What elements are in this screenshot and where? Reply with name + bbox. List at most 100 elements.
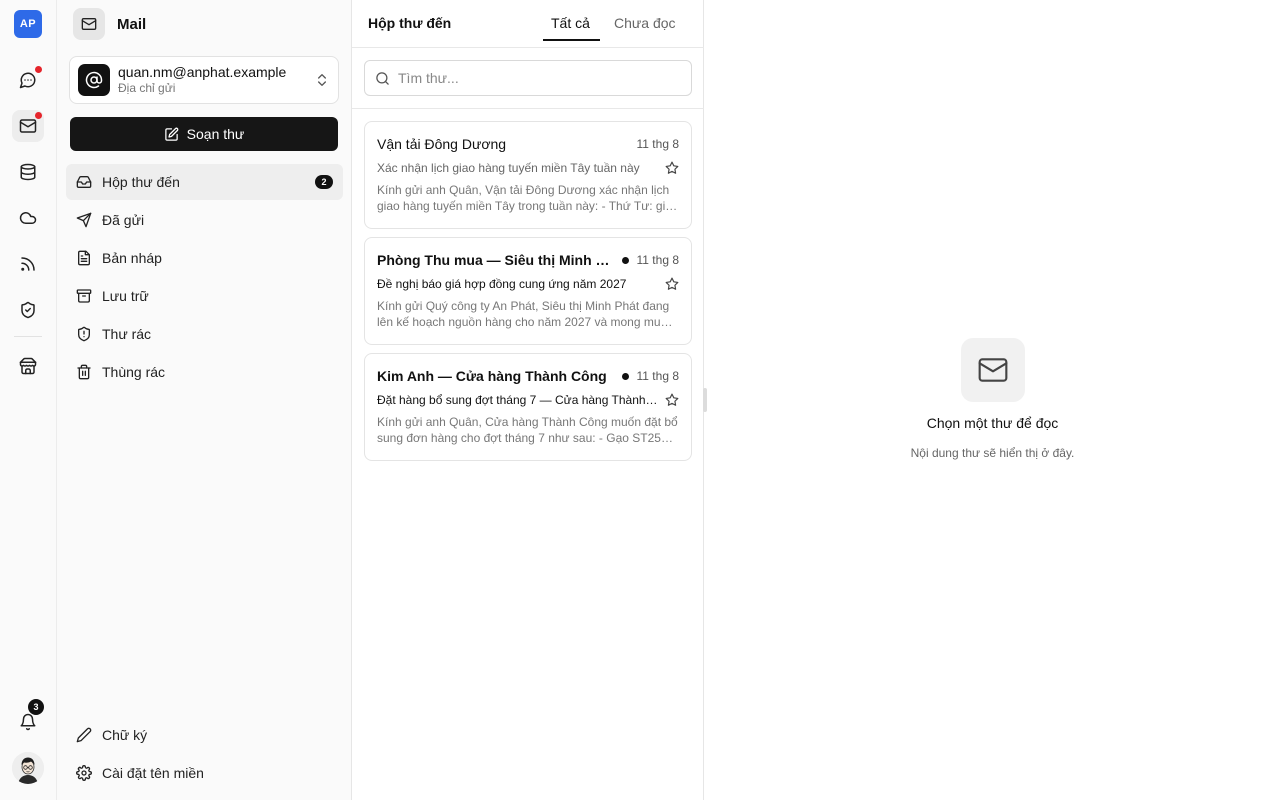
message-sender: Kim Anh — Cửa hàng Thành Công [377, 368, 607, 384]
database-icon [20, 163, 36, 181]
message-subject: Đặt hàng bổ sung đợt tháng 7 — Cửa hàng … [377, 393, 659, 407]
sidebar-header: Mail [73, 8, 146, 40]
compose-button[interactable]: Soạn thư [70, 117, 338, 151]
bell-icon [20, 713, 36, 731]
folder-trash[interactable]: Thùng rác [66, 354, 343, 390]
search-box[interactable] [364, 60, 692, 96]
message-sender: Phòng Thu mua — Siêu thị Minh Phát [377, 252, 614, 268]
rail-store-button[interactable] [12, 350, 44, 382]
folder-label: Lưu trữ [102, 288, 149, 304]
folder-drafts[interactable]: Bản nháp [66, 240, 343, 276]
folder-archive[interactable]: Lưu trữ [66, 278, 343, 314]
app-title: Mail [117, 15, 147, 33]
pen-icon [76, 727, 92, 743]
unread-indicator [621, 256, 629, 264]
message-sender: Vận tải Đông Dương [377, 136, 507, 152]
mail-icon [978, 358, 1008, 382]
message-subject: Đề nghị báo giá hợp đồng cung ứng năm 20… [377, 277, 627, 291]
mail-icon [81, 18, 97, 30]
rail-cloud-button[interactable] [12, 202, 44, 234]
folder-label: Đã gửi [102, 212, 145, 228]
message-preview: Kính gửi Quý công ty An Phát, Siêu thị M… [377, 299, 674, 329]
empty-state-subtitle: Nội dung thư sẽ hiển thị ở đây. [910, 446, 1075, 460]
archive-icon [76, 289, 92, 303]
sidebar-footer-nav: Chữ ký Cài đặt tên miền [66, 717, 343, 793]
rss-icon [21, 257, 35, 271]
notification-count-badge: 3 [28, 699, 44, 715]
domain-settings[interactable]: Cài đặt tên miền [66, 755, 343, 791]
reading-pane: Chọn một thư để đọc Nội dung thư sẽ hiển… [705, 0, 1280, 800]
mail-app-icon [73, 8, 105, 40]
rail-database-button[interactable] [12, 156, 44, 188]
send-icon [76, 212, 92, 228]
chevrons-up-down-icon [318, 74, 326, 86]
unread-dot [35, 112, 42, 119]
folder-spam[interactable]: Thư rác [66, 316, 343, 352]
store-icon [19, 357, 37, 375]
app-logo[interactable]: AP [14, 10, 42, 38]
tab-unread[interactable]: Chưa đọc [614, 15, 676, 31]
cloud-icon [19, 212, 37, 224]
list-title: Hộp thư đến [368, 15, 452, 31]
rail-notifications-button[interactable]: 3 [12, 699, 44, 738]
folder-label: Thùng rác [102, 364, 166, 380]
footer-label: Cài đặt tên miền [102, 765, 204, 781]
signature-settings[interactable]: Chữ ký [66, 717, 343, 753]
message-list-pane: Hộp thư đến Tất cả Chưa đọc Vận tải Đông… [352, 0, 704, 800]
message-preview: Kính gửi anh Quân, Cửa hàng Thành Công m… [377, 415, 678, 445]
message-card[interactable]: Vận tải Đông Dương 11 thg 8 Xác nhận lịc… [364, 121, 692, 229]
unread-dot [35, 66, 42, 73]
active-tab-indicator [543, 39, 600, 41]
message-card[interactable]: Phòng Thu mua — Siêu thị Minh Phát 11 th… [364, 237, 692, 345]
at-sign-icon [78, 64, 110, 96]
rail-security-button[interactable] [12, 294, 44, 326]
folder-label: Hộp thư đến [102, 174, 180, 190]
account-label: Địa chỉ gửi [118, 81, 176, 95]
folder-nav: Hộp thư đến 2 Đã gửi Bản nháp Lưu trữ Th… [66, 164, 343, 392]
inbox-unread-count: 2 [315, 175, 333, 189]
gear-icon [76, 765, 92, 781]
app-rail: AP 3 [0, 0, 57, 800]
avatar-portrait-icon [12, 752, 44, 784]
compose-icon [164, 127, 179, 141]
search-icon [376, 71, 389, 85]
star-icon[interactable] [665, 161, 679, 175]
user-avatar[interactable] [12, 752, 44, 784]
account-switcher[interactable]: quan.nm@anphat.example Địa chỉ gửi [69, 56, 339, 104]
star-icon[interactable] [665, 277, 679, 291]
account-email: quan.nm@anphat.example [118, 64, 287, 80]
list-header: Hộp thư đến Tất cả Chưa đọc [352, 0, 704, 48]
trash-icon [77, 364, 91, 380]
account-text: quan.nm@anphat.example Địa chỉ gửi [118, 64, 314, 96]
mail-icon [19, 119, 37, 133]
unread-indicator [621, 372, 629, 380]
shield-alert-icon [78, 326, 90, 342]
message-date: 11 thg 8 [636, 369, 679, 383]
chat-icon [19, 72, 36, 89]
message-date: 11 thg 8 [636, 253, 679, 267]
search-input[interactable] [398, 70, 678, 86]
message-preview: Kính gửi anh Quân, Vận tải Đông Dương xá… [377, 183, 679, 213]
message-card[interactable]: Kim Anh — Cửa hàng Thành Công 11 thg 8 Đ… [364, 353, 692, 461]
shield-check-icon [21, 301, 35, 319]
compose-label: Soạn thư [186, 126, 245, 142]
empty-state-mail-icon [961, 338, 1025, 402]
folder-inbox[interactable]: Hộp thư đến 2 [66, 164, 343, 200]
star-icon[interactable] [665, 393, 679, 407]
footer-label: Chữ ký [102, 727, 148, 743]
rail-divider [14, 336, 42, 337]
rail-mail-button[interactable] [12, 110, 44, 142]
folder-sent[interactable]: Đã gửi [66, 202, 343, 238]
message-subject: Xác nhận lịch giao hàng tuyến miền Tây t… [377, 161, 640, 175]
search-bar [352, 48, 704, 109]
folder-label: Thư rác [102, 326, 152, 342]
file-icon [78, 250, 90, 266]
folder-label: Bản nháp [102, 250, 162, 266]
tab-all[interactable]: Tất cả [551, 15, 590, 31]
message-date: 11 thg 8 [636, 137, 679, 151]
mail-sidebar: Mail quan.nm@anphat.example Địa chỉ gửi … [57, 0, 352, 800]
inbox-icon [76, 176, 92, 188]
empty-state-title: Chọn một thư để đọc [926, 415, 1059, 431]
rail-chat-button[interactable] [12, 64, 44, 96]
rail-rss-button[interactable] [12, 248, 44, 280]
